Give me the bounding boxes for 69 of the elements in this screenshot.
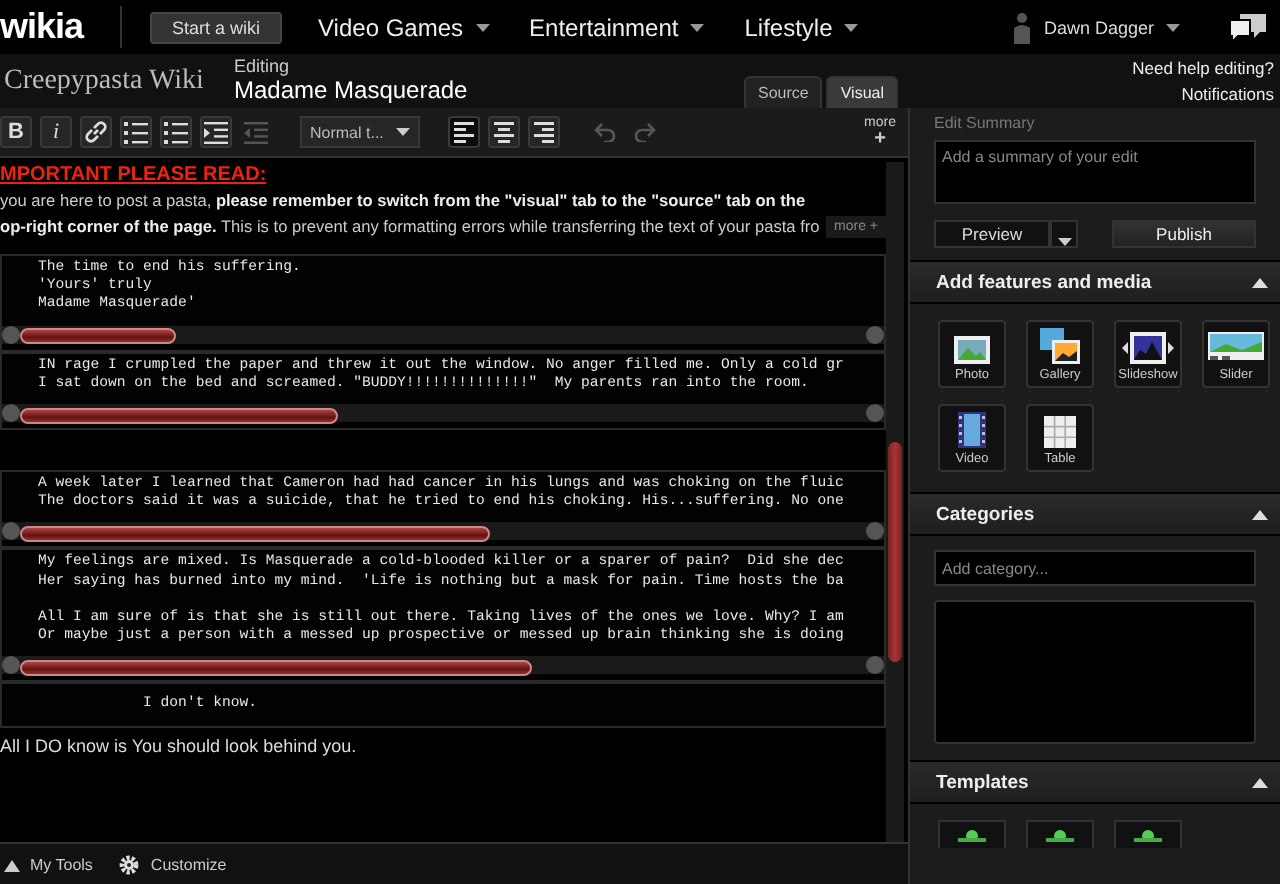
publish-button[interactable]: Publish xyxy=(1112,220,1256,248)
preview-button[interactable]: Preview xyxy=(934,220,1050,248)
plus-icon xyxy=(1046,828,1074,842)
indent-button[interactable] xyxy=(200,116,232,148)
notice-text: op-right corner of the page. This is to prevent any formatting errors while transferring the text of your pasta fro xyxy=(0,214,820,240)
caret-icon xyxy=(1057,238,1071,246)
caret-icon xyxy=(844,23,859,31)
section-title: Categories xyxy=(936,503,1035,525)
editor-tab[interactable]: Source xyxy=(743,76,823,108)
caret-icon xyxy=(475,23,490,31)
wiki-logo[interactable]: Creepypasta Wiki xyxy=(0,65,234,97)
edit-summary-field[interactable]: Add a summary of your edit xyxy=(934,140,1256,204)
notifications-link[interactable]: Notifications xyxy=(1181,84,1274,104)
gallery-icon xyxy=(1040,328,1080,364)
page-title: Madame Masquerade xyxy=(234,77,468,104)
style-dropdown[interactable]: Normal t... xyxy=(300,116,420,148)
nav-link[interactable]: Lifestyle xyxy=(744,13,833,41)
horizontal-scrollbar[interactable] xyxy=(2,404,884,423)
caret-icon xyxy=(1166,23,1180,31)
settings-icon xyxy=(118,853,141,875)
bold-button[interactable]: B xyxy=(0,116,32,148)
film-icon xyxy=(958,412,986,448)
template-tile[interactable] xyxy=(1114,820,1182,848)
start-wiki-button[interactable]: Start a wiki xyxy=(150,11,283,43)
footer-link[interactable]: My Tools xyxy=(30,855,93,873)
section-title: Add features and media xyxy=(936,271,1152,293)
plus-icon xyxy=(1134,828,1162,842)
tools-icon xyxy=(4,856,20,872)
editing-label: Editing xyxy=(234,57,292,78)
notice-text: you are here to post a pasta, please remember to switch from the "visual" tab to the "source" tab on the xyxy=(0,188,806,214)
section-header[interactable]: Add features and media xyxy=(910,260,1280,304)
edit-summary-label: Edit Summary xyxy=(932,114,1037,132)
section-header[interactable]: Templates xyxy=(910,760,1280,804)
footer-link[interactable]: Customize xyxy=(150,855,227,873)
align-left-button[interactable] xyxy=(448,116,480,148)
nav-link[interactable]: Entertainment xyxy=(529,13,679,41)
vertical-scrollbar[interactable] xyxy=(886,162,904,842)
notice-heading: MPORTANT PLEASE READ: xyxy=(0,162,267,188)
nav-link[interactable]: Video Games xyxy=(318,13,464,41)
user-name[interactable]: Dawn Dagger xyxy=(1043,17,1154,37)
horizontal-scrollbar[interactable] xyxy=(2,325,884,344)
help-link[interactable]: Need help editing? xyxy=(1132,58,1274,78)
section-header[interactable]: Categories xyxy=(910,492,1280,536)
chat-icon[interactable] xyxy=(1228,11,1268,43)
preview-dropdown-button[interactable] xyxy=(1050,220,1078,248)
template-tile[interactable] xyxy=(938,820,1006,848)
italic-button[interactable]: i xyxy=(40,116,72,148)
wikia-logo[interactable]: wikia xyxy=(0,6,122,48)
align-right-button[interactable] xyxy=(528,116,560,148)
align-center-button[interactable] xyxy=(488,116,520,148)
horizontal-scrollbar[interactable] xyxy=(2,656,884,675)
section-title: Templates xyxy=(936,771,1029,793)
template-tile[interactable] xyxy=(1026,820,1094,848)
photo-icon xyxy=(954,336,990,364)
editor-tab[interactable]: Visual xyxy=(826,76,898,108)
editor-area[interactable] xyxy=(0,158,908,842)
slider-icon xyxy=(1208,332,1264,364)
category-field[interactable]: Add category... xyxy=(934,550,1256,586)
bullets-button[interactable] xyxy=(120,116,152,148)
caret-icon xyxy=(396,128,410,136)
link-button[interactable] xyxy=(80,116,112,148)
table-icon xyxy=(1044,416,1076,448)
paragraph-text: All I DO know is You should look behind you. xyxy=(0,734,359,761)
horizontal-scrollbar[interactable] xyxy=(2,522,884,541)
slideshow-icon xyxy=(1122,332,1174,364)
plus-icon xyxy=(958,828,986,842)
caret-icon xyxy=(690,23,705,31)
user-icon xyxy=(1011,11,1032,43)
numbers-button[interactable] xyxy=(160,116,192,148)
